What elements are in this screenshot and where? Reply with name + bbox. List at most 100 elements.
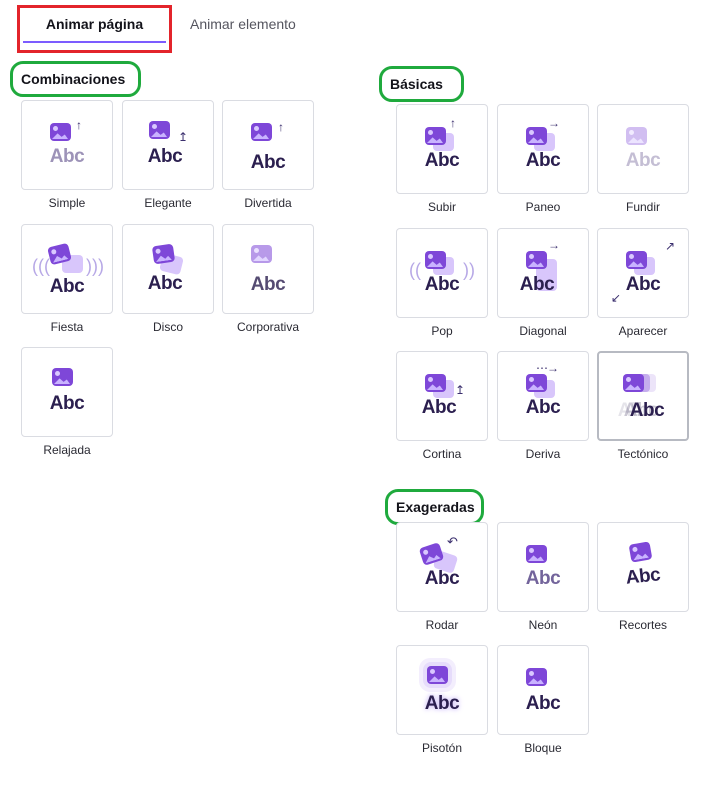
- tab-animate-page[interactable]: Animar página: [21, 16, 168, 32]
- animation-label: Pisotón: [421, 741, 463, 755]
- arrow-right-icon: →: [548, 238, 560, 252]
- image-icon: [425, 251, 446, 269]
- animation-preview[interactable]: Abc: [21, 347, 113, 437]
- animation-preview[interactable]: ↗ ↙ Abc: [597, 228, 689, 318]
- image-icon: [425, 374, 446, 392]
- animation-label: Disco: [152, 320, 183, 334]
- active-tab-underline: [23, 41, 166, 43]
- image-icon: [626, 251, 647, 269]
- animation-tile-aparecer[interactable]: ↗ ↙ Abc Aparecer: [597, 228, 689, 338]
- vibration-right-icon: ))): [86, 256, 104, 276]
- image-icon: [151, 243, 176, 265]
- preview-text: Abc: [424, 568, 460, 589]
- arrow-up-icon: ↑: [76, 118, 82, 132]
- animation-tile-fiesta[interactable]: ((( ))) Abc Fiesta: [21, 224, 113, 334]
- preview-text: Abc: [625, 274, 661, 295]
- animation-preview[interactable]: Abc: [497, 645, 589, 735]
- animation-label: Neón: [528, 618, 558, 632]
- arrow-up-icon: ↑: [278, 120, 284, 134]
- animation-label: Aparecer: [618, 324, 668, 338]
- animation-preview[interactable]: (( )) Abc: [396, 228, 488, 318]
- arrow-up-right-icon: ↗: [665, 239, 676, 253]
- image-icon: [251, 245, 272, 263]
- preview-text: Abc: [250, 152, 286, 173]
- animation-preview-selected[interactable]: Abc: [597, 351, 689, 441]
- preview-text: Abc: [250, 274, 286, 295]
- animation-tile-fundir[interactable]: Abc Fundir: [597, 104, 689, 214]
- animation-label: Diagonal: [519, 324, 567, 338]
- preview-text: Abc: [525, 568, 561, 589]
- dotted-arrow-right-icon: ⋯→: [536, 361, 559, 375]
- tab-animate-element[interactable]: Animar elemento: [190, 16, 296, 32]
- preview-text: Abc: [424, 150, 460, 171]
- upload-arrow-icon: ↥: [455, 383, 466, 397]
- animation-preview[interactable]: ↑ Abc: [21, 100, 113, 190]
- preview-text: Abc: [424, 693, 460, 714]
- animation-tile-elegante[interactable]: ↥ Abc Elegante: [122, 100, 214, 210]
- animation-tile-recortes[interactable]: Abc Recortes: [597, 522, 689, 632]
- preview-text: Abc: [629, 400, 665, 421]
- animation-tile-corporativa[interactable]: Abc Corporativa: [222, 224, 314, 334]
- animation-preview[interactable]: Abc: [597, 104, 689, 194]
- animation-preview[interactable]: ↶ Abc: [396, 522, 488, 612]
- animation-preview[interactable]: Abc: [222, 224, 314, 314]
- animation-preview[interactable]: → Abc: [497, 228, 589, 318]
- animation-label: Cortina: [422, 447, 462, 461]
- vibration-left-icon: (((: [32, 256, 50, 276]
- animation-label: Pop: [431, 324, 453, 338]
- animation-preview[interactable]: ↑ Abc: [396, 104, 488, 194]
- preview-text: Abc: [624, 564, 662, 589]
- upload-arrow-icon: ↥: [178, 130, 189, 144]
- preview-text: Abc: [525, 693, 561, 714]
- animation-preview[interactable]: ↥ Abc: [122, 100, 214, 190]
- animation-preview[interactable]: → Abc: [497, 104, 589, 194]
- image-icon: [526, 127, 547, 145]
- animation-tile-cortina[interactable]: ↥ Abc Cortina: [396, 351, 488, 461]
- animation-tile-paneo[interactable]: → Abc Paneo: [497, 104, 589, 214]
- animation-tile-deriva[interactable]: ⋯→ Abc Deriva: [497, 351, 589, 461]
- image-icon: [623, 374, 644, 392]
- image-icon: [50, 123, 71, 141]
- animation-label: Recortes: [618, 618, 668, 632]
- arrow-up-icon: ↑: [450, 116, 456, 130]
- image-icon: [149, 121, 170, 139]
- animation-preview[interactable]: ↑ Abc: [222, 100, 314, 190]
- animation-tile-pisoton[interactable]: Abc Pisotón: [396, 645, 488, 755]
- animation-label: Fiesta: [50, 320, 84, 334]
- animation-preview[interactable]: ↥ Abc: [396, 351, 488, 441]
- preview-text: Abc: [147, 273, 183, 294]
- preview-text: Abc: [49, 276, 85, 297]
- animation-label: Rodar: [425, 618, 459, 632]
- animation-preview[interactable]: Abc: [597, 522, 689, 612]
- animation-tile-subir[interactable]: ↑ Abc Subir: [396, 104, 488, 214]
- preview-text: Abc: [519, 274, 555, 295]
- animation-label: Tectónico: [617, 447, 669, 461]
- image-icon: [526, 545, 547, 563]
- preview-text: Abc: [525, 150, 561, 171]
- rotate-arrow-icon: ↶: [447, 534, 458, 549]
- animation-preview[interactable]: ⋯→ Abc: [497, 351, 589, 441]
- image-icon: [427, 666, 448, 684]
- animation-preview[interactable]: Abc: [497, 522, 589, 612]
- animation-tile-bloque[interactable]: Abc Bloque: [497, 645, 589, 755]
- animation-tile-tectonico[interactable]: Abc Tectónico: [597, 351, 689, 461]
- animation-tile-relajada[interactable]: Abc Relajada: [21, 347, 113, 457]
- image-icon: [526, 251, 547, 269]
- animation-tile-simple[interactable]: ↑ Abc Simple: [21, 100, 113, 210]
- animation-tile-divertida[interactable]: ↑ Abc Divertida: [222, 100, 314, 210]
- preview-text: Abc: [525, 397, 561, 418]
- animation-label: Fundir: [625, 200, 660, 214]
- image-icon: [251, 123, 272, 141]
- animation-tile-rodar[interactable]: ↶ Abc Rodar: [396, 522, 488, 632]
- animation-tile-diagonal[interactable]: → Abc Diagonal: [497, 228, 589, 338]
- animation-preview[interactable]: ((( ))) Abc: [21, 224, 113, 314]
- preview-text: Abc: [625, 150, 661, 171]
- animation-tile-neon[interactable]: Abc Neón: [497, 522, 589, 632]
- image-icon: [628, 541, 653, 563]
- preview-text: Abc: [49, 146, 85, 167]
- animation-tile-pop[interactable]: (( )) Abc Pop: [396, 228, 488, 338]
- animation-label: Bloque: [524, 741, 562, 755]
- animation-preview[interactable]: Abc: [396, 645, 488, 735]
- animation-tile-disco[interactable]: Abc Disco: [122, 224, 214, 334]
- animation-preview[interactable]: Abc: [122, 224, 214, 314]
